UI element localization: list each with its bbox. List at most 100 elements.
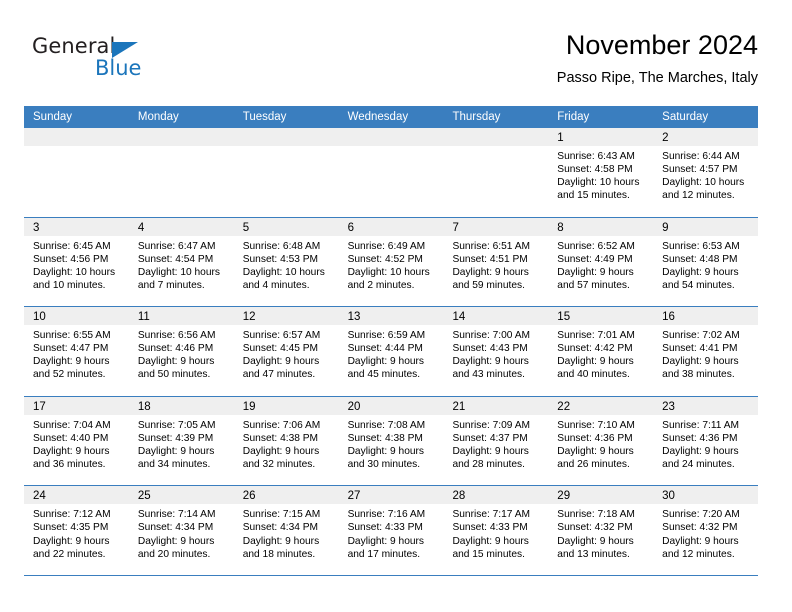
sunrise-time: Sunrise: 7:00 AM: [452, 330, 531, 342]
daylight-duration-line-1: Daylight: 9 hours: [452, 445, 529, 457]
daylight-duration-line-1: Daylight: 9 hours: [242, 535, 320, 547]
daylight-duration-line-1: Daylight: 10 hours: [33, 266, 116, 278]
daylight-duration-line-2: and 10 minutes.: [33, 279, 106, 291]
daylight-duration-line-2: and 12 minutes.: [662, 548, 735, 560]
sunset-time: Sunset: 4:39 PM: [137, 432, 214, 444]
calendar-day-cell[interactable]: 13 Sunrise: 6:59 AM Sunset: 4:44 PM Dayligh…: [338, 307, 444, 396]
weekday-header-row: Sunday Monday Tuesday Wednesday Thursday…: [24, 106, 758, 128]
calendar-day-cell[interactable]: 10 Sunrise: 6:55 AM Sunset: 4:47 PM Dayligh…: [24, 307, 129, 396]
sunrise-time: Sunrise: 7:04 AM: [33, 419, 111, 431]
calendar-day-cell[interactable]: 24 Sunrise: 7:12 AM Sunset: 4:35 PM Dayligh…: [24, 486, 129, 575]
daylight-duration-line-1: Daylight: 9 hours: [557, 445, 634, 457]
day-number: 17: [33, 400, 46, 413]
calendar-day-cell[interactable]: 23 Sunrise: 7:11 AM Sunset: 4:36 PM Dayligh…: [653, 396, 759, 486]
day-details: Sunrise: 7:05 AM Sunset: 4:39 PM Daylight:…: [129, 415, 234, 471]
day-number-band: 17: [24, 396, 129, 415]
calendar-day-cell[interactable]: 5 Sunrise: 6:48 AM Sunset: 4:53 PM Daylight…: [233, 217, 339, 307]
calendar-day-cell[interactable]: 11 Sunrise: 6:56 AM Sunset: 4:46 PM Dayligh…: [128, 307, 234, 396]
calendar-day-cell[interactable]: 22 Sunrise: 7:10 AM Sunset: 4:36 PM Dayligh…: [548, 396, 654, 486]
day-number: 25: [137, 490, 151, 503]
day-number: 16: [662, 311, 675, 324]
calendar-day-cell[interactable]: 14 Sunrise: 7:00 AM Sunset: 4:43 PM Dayligh…: [443, 307, 549, 396]
calendar-day-cell[interactable]: 7 Sunrise: 6:51 AM Sunset: 4:51 PM Daylight…: [443, 217, 549, 307]
calendar-day-cell[interactable]: 20 Sunrise: 7:08 AM Sunset: 4:38 PM Dayligh…: [338, 396, 444, 486]
day-number-band: 2: [653, 128, 759, 146]
day-number-band: 28: [443, 486, 549, 505]
daylight-duration-line-1: Daylight: 9 hours: [347, 356, 425, 368]
day-number: 2: [662, 132, 669, 144]
day-number-band: 30: [653, 486, 759, 505]
sunset-time: Sunset: 4:38 PM: [242, 432, 319, 444]
sunset-time: Sunset: 4:58 PM: [557, 164, 633, 176]
calendar-day-cell[interactable]: 27 Sunrise: 7:16 AM Sunset: 4:33 PM Dayligh…: [338, 486, 444, 575]
calendar-week-row: 24 Sunrise: 7:12 AM Sunset: 4:35 PM Dayligh…: [24, 486, 759, 576]
day-number-band: 26: [233, 486, 339, 505]
calendar-day-cell[interactable]: 26 Sunrise: 7:15 AM Sunset: 4:34 PM Dayligh…: [233, 486, 339, 575]
calendar-day-cell[interactable]: 3 Sunrise: 6:45 AM Sunset: 4:56 PM Daylight…: [24, 217, 129, 307]
weekday-header-wednesday: Wednesday: [347, 111, 409, 123]
calendar-day-cell[interactable]: 17 Sunrise: 7:04 AM Sunset: 4:40 PM Dayligh…: [24, 396, 129, 486]
sunset-time: Sunset: 4:45 PM: [242, 343, 319, 355]
brand-logo[interactable]: General Blue: [32, 34, 252, 88]
weekday-header-tuesday: Tuesday: [242, 111, 287, 123]
day-number: 1: [557, 132, 564, 144]
calendar-day-cell[interactable]: 4 Sunrise: 6:47 AM Sunset: 4:54 PM Daylight…: [128, 217, 234, 307]
weekday-header-sunday: Sunday: [33, 111, 73, 123]
daylight-duration-line-1: Daylight: 9 hours: [347, 445, 425, 457]
sunrise-time: Sunrise: 7:12 AM: [33, 509, 111, 521]
daylight-duration-line-2: and 15 minutes.: [557, 190, 630, 202]
calendar-day-cell[interactable]: 28 Sunrise: 7:17 AM Sunset: 4:33 PM Dayligh…: [443, 486, 549, 575]
calendar-day-cell[interactable]: 29 Sunrise: 7:18 AM Sunset: 4:32 PM Dayligh…: [548, 486, 654, 575]
day-number: 11: [137, 311, 150, 324]
day-number-band: 14: [443, 307, 549, 326]
day-number-band: 6: [338, 217, 444, 236]
day-details: Sunrise: 7:01 AM Sunset: 4:42 PM Daylight:…: [548, 325, 653, 381]
day-number-band: 10: [24, 307, 129, 326]
calendar-day-cell[interactable]: 9 Sunrise: 6:53 AM Sunset: 4:48 PM Daylight…: [653, 217, 759, 307]
daylight-duration-line-1: Daylight: 9 hours: [33, 535, 110, 547]
calendar-day-cell[interactable]: 21 Sunrise: 7:09 AM Sunset: 4:37 PM Dayligh…: [443, 396, 549, 486]
calendar-day-cell[interactable]: 18 Sunrise: 7:05 AM Sunset: 4:39 PM Dayligh…: [128, 396, 234, 486]
day-number: 26: [242, 490, 256, 503]
calendar-day-cell[interactable]: 30 Sunrise: 7:20 AM Sunset: 4:32 PM Dayligh…: [653, 486, 759, 575]
daylight-duration-line-1: Daylight: 10 hours: [347, 266, 430, 278]
sunset-time: Sunset: 4:36 PM: [557, 432, 633, 444]
weekday-header-thursday: Thursday: [452, 111, 501, 123]
daylight-duration-line-2: and 26 minutes.: [557, 459, 630, 471]
calendar-day-cell[interactable]: 16 Sunrise: 7:02 AM Sunset: 4:41 PM Dayligh…: [653, 307, 759, 396]
day-number: 10: [33, 311, 46, 324]
sunrise-time: Sunrise: 6:53 AM: [662, 240, 740, 252]
sunrise-time: Sunrise: 7:10 AM: [557, 419, 635, 431]
day-number-band: 23: [653, 396, 759, 415]
calendar-grid: Sunday Monday Tuesday Wednesday Thursday…: [24, 106, 759, 576]
daylight-duration-line-2: and 17 minutes.: [347, 548, 421, 560]
calendar-day-cell[interactable]: 15 Sunrise: 7:01 AM Sunset: 4:42 PM Dayligh…: [548, 307, 654, 396]
weekday-header-saturday: Saturday: [662, 111, 709, 123]
daylight-duration-line-1: Daylight: 9 hours: [33, 356, 110, 368]
day-number-band: 8: [548, 217, 654, 236]
calendar-day-cell[interactable]: 25 Sunrise: 7:14 AM Sunset: 4:34 PM Dayligh…: [128, 486, 234, 575]
sunrise-time: Sunrise: 6:55 AM: [33, 330, 111, 342]
sunset-time: Sunset: 4:41 PM: [662, 343, 738, 355]
daylight-duration-line-1: Daylight: 9 hours: [137, 356, 215, 368]
daylight-duration-line-1: Daylight: 9 hours: [452, 266, 529, 278]
daylight-duration-line-1: Daylight: 9 hours: [242, 445, 320, 457]
calendar-day-cell[interactable]: 12 Sunrise: 6:57 AM Sunset: 4:45 PM Dayligh…: [233, 307, 339, 396]
calendar-day-cell[interactable]: 8 Sunrise: 6:52 AM Sunset: 4:49 PM Daylight…: [548, 217, 654, 307]
day-number-band: [338, 128, 444, 146]
daylight-duration-line-1: Daylight: 10 hours: [242, 266, 325, 278]
day-number: 30: [662, 490, 675, 503]
calendar-day-cell[interactable]: 2 Sunrise: 6:44 AM Sunset: 4:57 PM Daylight…: [653, 128, 759, 217]
calendar-week-row: 10 Sunrise: 6:55 AM Sunset: 4:47 PM Dayligh…: [24, 307, 759, 397]
calendar-day-cell[interactable]: 1 Sunrise: 6:43 AM Sunset: 4:58 PM Daylight…: [548, 128, 654, 217]
sunset-time: Sunset: 4:38 PM: [347, 432, 423, 444]
day-number-band: 15: [548, 307, 654, 326]
daylight-duration-line-2: and 54 minutes.: [662, 279, 735, 291]
calendar-day-cell[interactable]: 19 Sunrise: 7:06 AM Sunset: 4:38 PM Dayligh…: [233, 396, 339, 486]
daylight-duration-line-2: and 20 minutes.: [137, 548, 211, 560]
daylight-duration-line-1: Daylight: 9 hours: [557, 535, 634, 547]
sunrise-time: Sunrise: 6:57 AM: [242, 330, 321, 342]
day-details: Sunrise: 7:00 AM Sunset: 4:43 PM Daylight:…: [443, 325, 548, 381]
calendar-day-cell[interactable]: 6 Sunrise: 6:49 AM Sunset: 4:52 PM Daylight…: [338, 217, 444, 307]
day-details: Sunrise: 6:45 AM Sunset: 4:56 PM Daylight:…: [24, 236, 129, 292]
